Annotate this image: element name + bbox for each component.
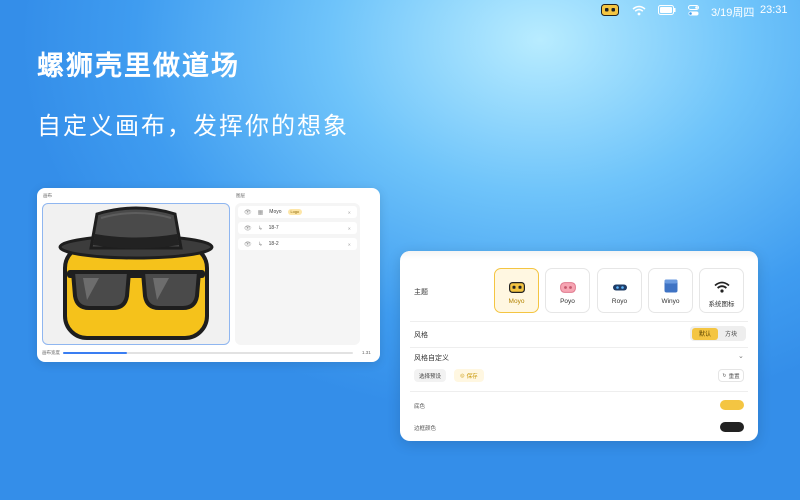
layers-panel: 👁 ▦ Moyo Logo ✕ 👁 ↳ 18-7 ✕ 👁 ↳ 18-2 ✕	[235, 203, 360, 345]
eye-icon[interactable]: 👁	[244, 241, 252, 248]
layers-section-label: 图层	[236, 193, 245, 198]
image-icon: ▦	[257, 209, 264, 216]
zoom-label: 画布宽度	[42, 350, 60, 355]
zoom-value: 1.31	[362, 350, 371, 355]
canvas-section-label: 画布	[43, 193, 52, 198]
theme-name: Winyo	[661, 298, 680, 305]
hero-headline: 螺狮壳里做道场	[37, 51, 240, 81]
wifi-icon[interactable]	[631, 3, 647, 17]
theme-option-royo[interactable]: Royo	[597, 268, 642, 313]
winyo-theme-icon	[664, 279, 678, 298]
save-button[interactable]: ◎ 保存	[454, 369, 484, 382]
path-icon: ↳	[257, 225, 263, 232]
path-icon: ↳	[257, 241, 263, 248]
bg-color-label: 底色	[414, 404, 426, 410]
chevron-down-icon[interactable]: ⌄	[738, 352, 744, 360]
layer-row[interactable]: 👁 ↳ 18-7 ✕	[238, 222, 357, 234]
zoom-slider[interactable]	[63, 352, 353, 354]
theme-option-poyo[interactable]: Poyo	[545, 268, 590, 313]
theme-name: Royo	[611, 298, 628, 305]
style-option-default[interactable]: 默认	[692, 327, 718, 340]
divider	[410, 391, 748, 392]
canvas-area[interactable]	[42, 203, 230, 345]
theme-label: 主题	[414, 289, 428, 296]
moyo-status-icon[interactable]	[601, 3, 619, 17]
theme-option-winyo[interactable]: Winyo	[648, 268, 693, 313]
canvas-editor-card: 画布 图层 👁 ▦ Moyo Logo ✕ 👁 ↳ 18-7 ✕ 👁 ↳ 18-…	[37, 188, 380, 362]
style-label: 风格	[414, 332, 428, 339]
theme-option-system-icon[interactable]: 系统图标	[699, 268, 744, 313]
layer-name: 18-7	[268, 225, 279, 231]
moyo-theme-icon	[508, 280, 525, 298]
poyo-theme-icon	[559, 280, 576, 298]
eye-icon[interactable]: 👁	[244, 225, 252, 232]
divider	[410, 321, 748, 322]
style-segmented-control: 默认 方块	[690, 326, 746, 341]
wifi-theme-icon	[713, 280, 730, 298]
border-color-label: 边框颜色	[414, 426, 437, 432]
royo-theme-icon	[612, 280, 628, 298]
hero-subline: 自定义画布，发挥你的想象	[37, 113, 349, 140]
delete-icon[interactable]: ✕	[348, 210, 351, 215]
reset-button-label: 重置	[728, 373, 740, 380]
reset-icon: ↻	[722, 372, 727, 379]
layer-name: Moyo	[269, 209, 282, 215]
theme-option-moyo[interactable]: Moyo	[494, 268, 539, 313]
menubar-date[interactable]: 3/19周四	[711, 4, 754, 20]
menubar-time[interactable]: 23:31	[760, 4, 788, 16]
save-icon: ◎	[460, 372, 465, 379]
layer-row[interactable]: 👁 ▦ Moyo Logo ✕	[238, 206, 357, 218]
eye-icon[interactable]: 👁	[244, 209, 252, 216]
layer-row[interactable]: 👁 ↳ 18-2 ✕	[238, 238, 357, 250]
delete-icon[interactable]: ✕	[348, 226, 351, 231]
save-button-label: 保存	[466, 373, 478, 380]
custom-style-label: 风格自定义	[414, 355, 449, 362]
divider	[410, 347, 748, 348]
menubar: 3/19周四 23:31	[0, 0, 800, 20]
border-color-swatch[interactable]	[720, 422, 744, 432]
theme-name: 系统图标	[708, 301, 735, 308]
select-preset-button[interactable]: 选择预设	[414, 369, 446, 382]
theme-name: Moyo	[508, 298, 525, 305]
delete-icon[interactable]: ✕	[348, 242, 351, 247]
bg-color-swatch[interactable]	[720, 400, 744, 410]
control-center-icon[interactable]	[686, 3, 700, 17]
moyo-spy-mascot-icon	[58, 206, 214, 340]
reset-button[interactable]: ↻ 重置	[718, 369, 744, 382]
zoom-slider-fill	[63, 352, 127, 354]
layer-name: 18-2	[268, 241, 279, 247]
style-option-block[interactable]: 方块	[718, 328, 744, 340]
battery-icon[interactable]	[657, 3, 677, 17]
theme-settings-card: 主题 Moyo Poyo Royo Winyo 系统图标 风格 默认 方块 风格…	[400, 251, 758, 441]
theme-name: Poyo	[560, 298, 575, 305]
layer-badge: Logo	[287, 209, 302, 215]
